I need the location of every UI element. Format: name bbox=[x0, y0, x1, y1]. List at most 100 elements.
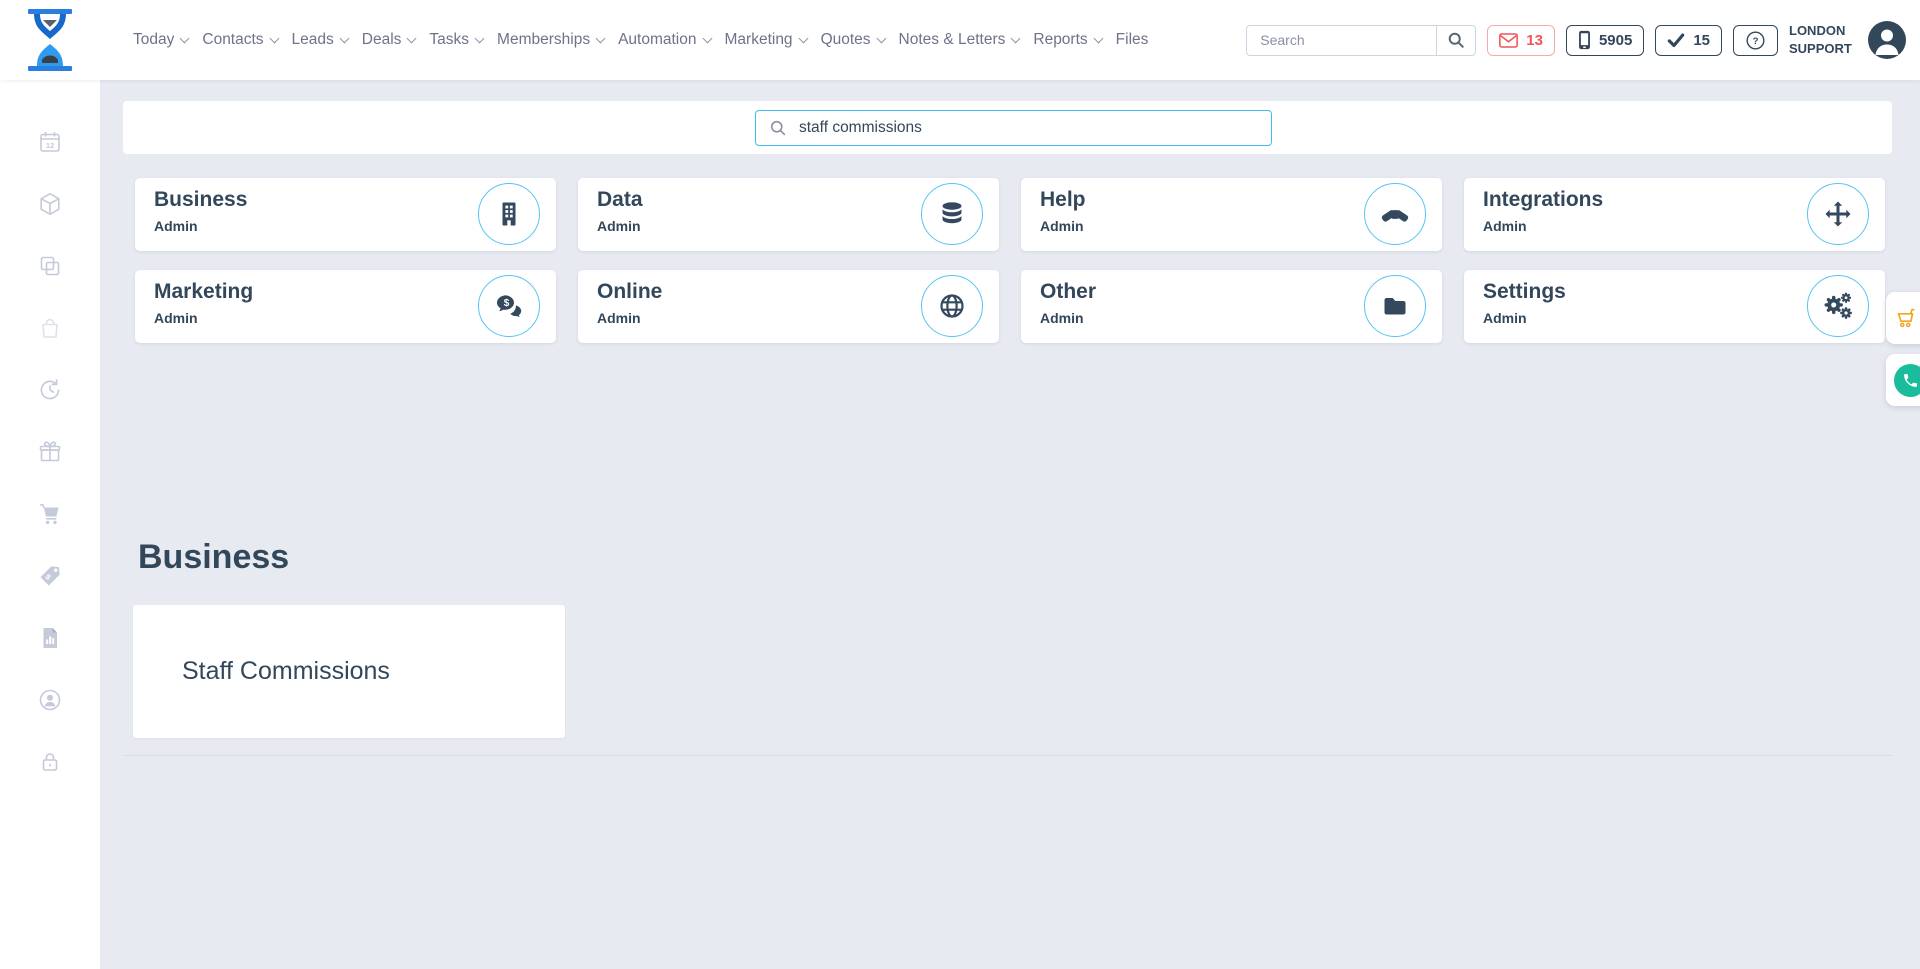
category-title: Data bbox=[597, 188, 643, 211]
report-document-icon[interactable] bbox=[37, 625, 63, 651]
category-title: Online bbox=[597, 280, 663, 303]
move-arrows-icon bbox=[1825, 201, 1851, 227]
nav-item-notes-letters[interactable]: Notes & Letters bbox=[898, 31, 1021, 49]
svg-text:12: 12 bbox=[46, 141, 54, 150]
check-icon bbox=[1668, 33, 1685, 48]
header-actions: 13 5905 15 ? LONDON SUPPORT bbox=[1246, 0, 1906, 80]
phone-extension: 5905 bbox=[1598, 31, 1633, 49]
lock-icon[interactable] bbox=[37, 749, 63, 775]
price-tag-icon[interactable]: $ bbox=[37, 563, 63, 589]
chevron-down-icon bbox=[339, 33, 350, 43]
user-avatar[interactable] bbox=[1868, 21, 1906, 59]
result-card-staff-commissions[interactable]: Staff Commissions bbox=[133, 605, 565, 738]
cube-icon[interactable] bbox=[37, 191, 63, 217]
category-card-other[interactable]: Other Admin bbox=[1021, 270, 1442, 343]
nav-label: Leads bbox=[291, 31, 334, 48]
category-subtitle: Admin bbox=[154, 218, 198, 234]
shopping-cart-icon[interactable] bbox=[37, 501, 63, 527]
category-subtitle: Admin bbox=[1483, 310, 1527, 326]
app-logo-hourglass[interactable] bbox=[26, 8, 74, 72]
chevron-down-icon bbox=[1010, 33, 1021, 43]
category-title: Settings bbox=[1483, 280, 1566, 303]
nav-item-leads[interactable]: Leads bbox=[291, 31, 350, 49]
category-card-help[interactable]: Help Admin bbox=[1021, 178, 1442, 251]
global-search-input[interactable] bbox=[1246, 24, 1437, 56]
user-name: LONDON SUPPORT bbox=[1789, 23, 1852, 56]
nav-item-deals[interactable]: Deals bbox=[362, 31, 417, 49]
nav-item-tasks[interactable]: Tasks bbox=[429, 31, 485, 49]
svg-text:?: ? bbox=[1753, 36, 1759, 47]
category-icon-circle bbox=[921, 183, 983, 245]
category-subtitle: Admin bbox=[1483, 218, 1527, 234]
category-icon-circle bbox=[921, 275, 983, 337]
chevron-down-icon bbox=[474, 33, 485, 43]
hourglass-icon bbox=[28, 9, 72, 71]
nav-item-reports[interactable]: Reports bbox=[1033, 31, 1104, 49]
nav-item-quotes[interactable]: Quotes bbox=[821, 31, 886, 49]
category-subtitle: Admin bbox=[597, 310, 641, 326]
nav-item-files[interactable]: Files bbox=[1116, 31, 1149, 49]
tasks-badge[interactable]: 15 bbox=[1655, 24, 1722, 56]
messages-badge[interactable]: 13 bbox=[1487, 24, 1555, 56]
handshake-icon bbox=[1381, 210, 1409, 222]
help-button[interactable]: ? bbox=[1733, 24, 1778, 56]
person-icon bbox=[1875, 29, 1899, 55]
category-icon-circle bbox=[1364, 275, 1426, 337]
question-circle-icon: ? bbox=[1746, 30, 1765, 50]
shopping-bag-icon[interactable] bbox=[37, 315, 63, 341]
category-icon-circle bbox=[1807, 183, 1869, 245]
account-circle-icon[interactable] bbox=[37, 687, 63, 713]
results-section-heading: Business bbox=[138, 538, 290, 576]
phone-extension-badge[interactable]: 5905 bbox=[1565, 24, 1645, 56]
nav-label: Today bbox=[133, 31, 175, 48]
top-header: Today Contacts Leads Deals Tasks Members… bbox=[0, 0, 1920, 80]
chevron-down-icon bbox=[876, 33, 886, 43]
chevron-down-icon bbox=[595, 33, 606, 43]
chevron-down-icon bbox=[406, 33, 417, 43]
category-icon-circle: $ bbox=[478, 275, 540, 337]
calendar-icon[interactable]: 12 bbox=[37, 129, 63, 155]
phone-icon bbox=[1904, 373, 1917, 387]
nav-item-memberships[interactable]: Memberships bbox=[497, 31, 606, 49]
messages-count: 13 bbox=[1526, 31, 1543, 49]
admin-search-input[interactable] bbox=[797, 118, 1271, 138]
phone-side-tab[interactable] bbox=[1886, 354, 1920, 406]
nav-item-automation[interactable]: Automation bbox=[618, 31, 712, 49]
copy-icon[interactable] bbox=[37, 253, 63, 279]
category-title: Business bbox=[154, 188, 248, 211]
phone-circle bbox=[1894, 363, 1920, 397]
chevron-down-icon bbox=[702, 33, 712, 43]
gift-icon[interactable] bbox=[37, 439, 63, 465]
category-icon-circle bbox=[478, 183, 540, 245]
main-nav: Today Contacts Leads Deals Tasks Members… bbox=[133, 0, 1148, 80]
category-subtitle: Admin bbox=[597, 218, 641, 234]
shopping-cart-icon bbox=[1897, 308, 1915, 328]
category-subtitle: Admin bbox=[154, 310, 198, 326]
nav-label: Contacts bbox=[202, 31, 264, 48]
chevron-down-icon bbox=[269, 33, 279, 43]
mobile-phone-icon bbox=[1578, 30, 1590, 50]
nav-label: Files bbox=[1115, 31, 1149, 48]
globe-icon bbox=[940, 294, 964, 318]
category-card-settings[interactable]: Settings Admin bbox=[1464, 270, 1885, 343]
cart-side-tab[interactable] bbox=[1886, 292, 1920, 344]
category-card-data[interactable]: Data Admin bbox=[578, 178, 999, 251]
nav-item-today[interactable]: Today bbox=[133, 31, 190, 49]
nav-label: Notes & Letters bbox=[898, 31, 1006, 48]
category-card-marketing[interactable]: Marketing Admin $ bbox=[135, 270, 556, 343]
category-title: Help bbox=[1040, 188, 1086, 211]
category-card-online[interactable]: Online Admin bbox=[578, 270, 999, 343]
nav-item-contacts[interactable]: Contacts bbox=[202, 31, 279, 49]
category-title: Integrations bbox=[1483, 188, 1604, 211]
nav-item-marketing[interactable]: Marketing bbox=[725, 31, 809, 49]
section-divider bbox=[123, 755, 1892, 756]
comments-dollar-icon: $ bbox=[497, 295, 522, 317]
category-card-integrations[interactable]: Integrations Admin bbox=[1464, 178, 1885, 251]
folder-icon bbox=[1384, 298, 1406, 315]
global-search-button[interactable] bbox=[1436, 24, 1477, 56]
category-card-business[interactable]: Business Admin bbox=[135, 178, 556, 251]
nav-label: Memberships bbox=[497, 31, 591, 48]
svg-text:$: $ bbox=[504, 298, 510, 309]
tasks-count: 15 bbox=[1693, 31, 1710, 49]
history-icon[interactable] bbox=[37, 377, 63, 403]
